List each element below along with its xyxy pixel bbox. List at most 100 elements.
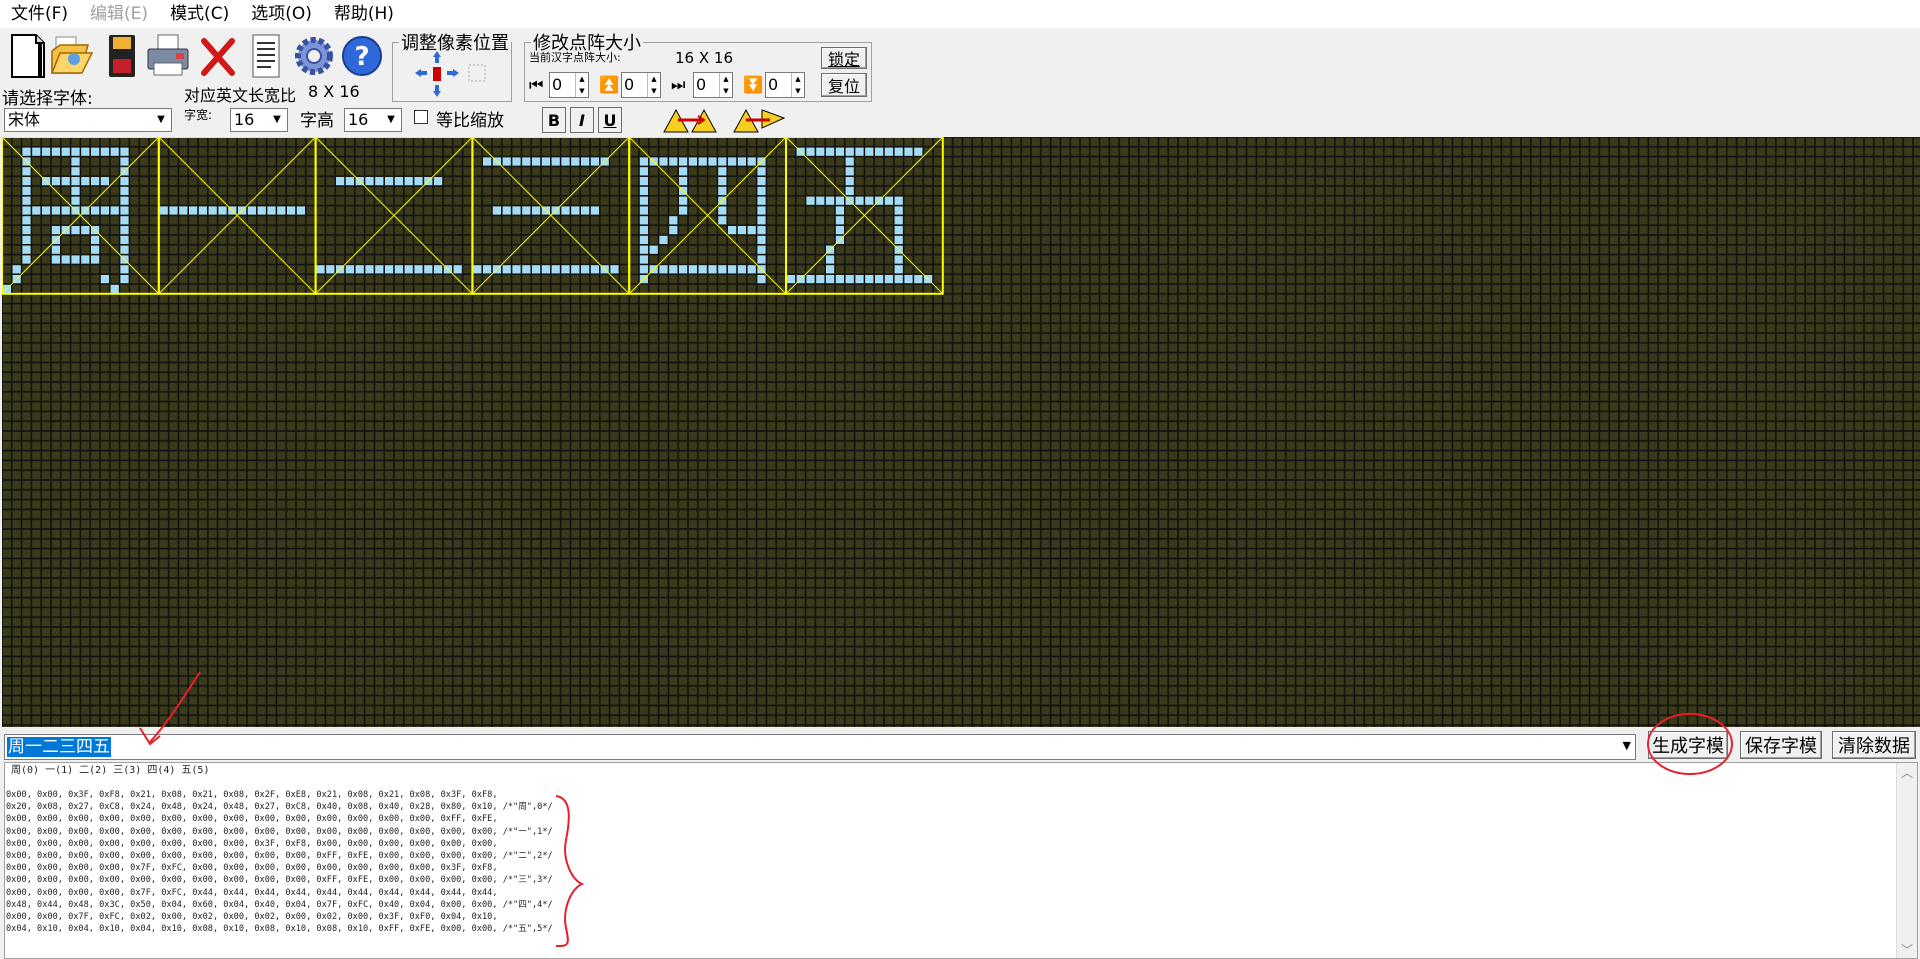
lit-pixel[interactable] <box>91 177 100 186</box>
lit-pixel[interactable] <box>32 206 41 215</box>
lit-pixel[interactable] <box>806 196 815 205</box>
lit-pixel[interactable] <box>835 206 844 215</box>
lit-pixel[interactable] <box>718 157 727 166</box>
lit-pixel[interactable] <box>894 147 903 156</box>
lit-pixel[interactable] <box>218 206 227 215</box>
lit-pixel[interactable] <box>257 206 266 215</box>
menu-options[interactable]: 选项(O) <box>240 0 323 28</box>
lit-pixel[interactable] <box>757 216 766 225</box>
lit-pixel[interactable] <box>786 275 795 284</box>
lit-pixel[interactable] <box>434 177 443 186</box>
lit-pixel[interactable] <box>110 284 119 293</box>
lit-pixel[interactable] <box>639 186 648 195</box>
lit-pixel[interactable] <box>120 186 129 195</box>
lit-pixel[interactable] <box>22 216 31 225</box>
lit-pixel[interactable] <box>345 177 354 186</box>
lit-pixel[interactable] <box>757 167 766 176</box>
lit-pixel[interactable] <box>855 196 864 205</box>
lit-pixel[interactable] <box>22 255 31 264</box>
lit-pixel[interactable] <box>639 226 648 235</box>
lit-pixel[interactable] <box>669 216 678 225</box>
lit-pixel[interactable] <box>365 177 374 186</box>
lit-pixel[interactable] <box>551 157 560 166</box>
lit-pixel[interactable] <box>502 265 511 274</box>
lit-pixel[interactable] <box>884 196 893 205</box>
lit-pixel[interactable] <box>835 147 844 156</box>
lit-pixel[interactable] <box>639 157 648 166</box>
lit-pixel[interactable] <box>100 206 109 215</box>
bottom-spin[interactable]: 0 ▲ ▼ <box>765 72 805 98</box>
lit-pixel[interactable] <box>865 196 874 205</box>
lit-pixel[interactable] <box>522 265 531 274</box>
lit-pixel[interactable] <box>698 265 707 274</box>
lit-pixel[interactable] <box>71 226 80 235</box>
lit-pixel[interactable] <box>835 226 844 235</box>
lit-pixel[interactable] <box>708 265 717 274</box>
chevron-down-icon[interactable]: ﹀ <box>1901 944 1913 956</box>
lit-pixel[interactable] <box>22 177 31 186</box>
lit-pixel[interactable] <box>71 186 80 195</box>
lit-pixel[interactable] <box>120 226 129 235</box>
lit-pixel[interactable] <box>522 206 531 215</box>
open-folder-icon[interactable] <box>50 32 94 80</box>
lit-pixel[interactable] <box>816 147 825 156</box>
lit-pixel[interactable] <box>532 157 541 166</box>
lit-pixel[interactable] <box>120 157 129 166</box>
lit-pixel[interactable] <box>845 186 854 195</box>
flip-horizontal-icon[interactable] <box>660 106 720 134</box>
lit-pixel[interactable] <box>512 265 521 274</box>
lit-pixel[interactable] <box>826 265 835 274</box>
lit-pixel[interactable] <box>71 196 80 205</box>
font-select[interactable]: 宋体 ▼ <box>4 108 172 132</box>
lit-pixel[interactable] <box>22 147 31 156</box>
vertical-scrollbar[interactable]: ︿ ﹀ <box>1896 763 1917 958</box>
lit-pixel[interactable] <box>845 275 854 284</box>
lit-pixel[interactable] <box>835 216 844 225</box>
lit-pixel[interactable] <box>541 265 550 274</box>
lit-pixel[interactable] <box>590 157 599 166</box>
lit-pixel[interactable] <box>826 147 835 156</box>
lit-pixel[interactable] <box>120 206 129 215</box>
lit-pixel[interactable] <box>816 275 825 284</box>
lit-pixel[interactable] <box>718 206 727 215</box>
lit-pixel[interactable] <box>806 275 815 284</box>
lit-pixel[interactable] <box>688 265 697 274</box>
lit-pixel[interactable] <box>179 206 188 215</box>
lit-pixel[interactable] <box>845 157 854 166</box>
lit-pixel[interactable] <box>747 226 756 235</box>
lit-pixel[interactable] <box>894 265 903 274</box>
lit-pixel[interactable] <box>71 177 80 186</box>
lit-pixel[interactable] <box>22 196 31 205</box>
menu-edit[interactable]: 编辑(E) <box>79 0 159 28</box>
lit-pixel[interactable] <box>414 265 423 274</box>
lit-pixel[interactable] <box>826 275 835 284</box>
lit-pixel[interactable] <box>679 167 688 176</box>
delete-icon[interactable] <box>196 32 240 80</box>
lit-pixel[interactable] <box>894 206 903 215</box>
lit-pixel[interactable] <box>483 157 492 166</box>
lit-pixel[interactable] <box>757 245 766 254</box>
lit-pixel[interactable] <box>71 147 80 156</box>
lit-pixel[interactable] <box>120 196 129 205</box>
lit-pixel[interactable] <box>22 186 31 195</box>
lit-pixel[interactable] <box>679 177 688 186</box>
lit-pixel[interactable] <box>120 235 129 244</box>
lit-pixel[interactable] <box>81 226 90 235</box>
lit-pixel[interactable] <box>728 157 737 166</box>
lit-pixel[interactable] <box>875 147 884 156</box>
lit-pixel[interactable] <box>326 265 335 274</box>
lit-pixel[interactable] <box>198 206 207 215</box>
menu-mode[interactable]: 模式(C) <box>159 0 240 28</box>
lit-pixel[interactable] <box>512 206 521 215</box>
lit-pixel[interactable] <box>845 147 854 156</box>
lit-pixel[interactable] <box>826 196 835 205</box>
lit-pixel[interactable] <box>91 147 100 156</box>
lit-pixel[interactable] <box>835 196 844 205</box>
lit-pixel[interactable] <box>296 206 305 215</box>
shrink-right-icon[interactable]: ⏭ <box>671 75 685 95</box>
lit-pixel[interactable] <box>806 147 815 156</box>
notes-icon[interactable] <box>244 32 288 80</box>
lit-pixel[interactable] <box>120 216 129 225</box>
lit-pixel[interactable] <box>590 206 599 215</box>
lit-pixel[interactable] <box>757 226 766 235</box>
